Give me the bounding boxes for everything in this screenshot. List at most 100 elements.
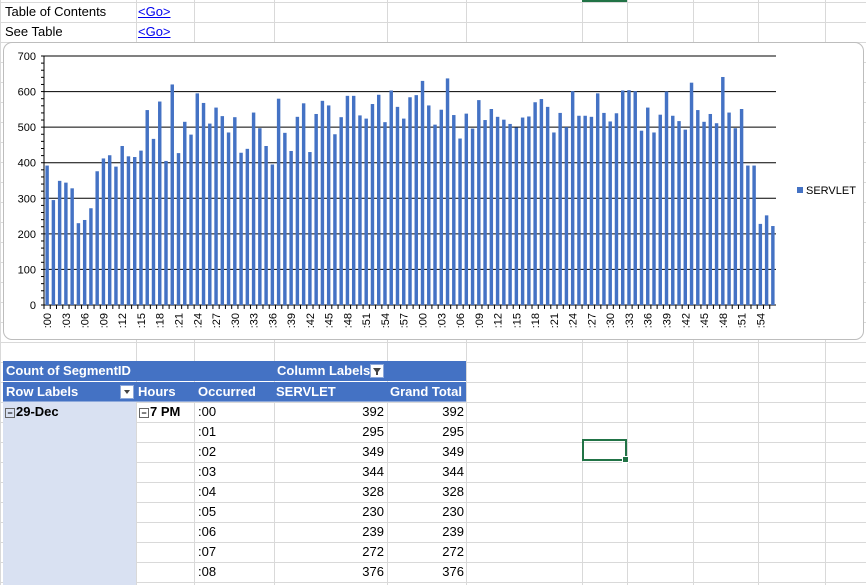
grand-total-cell[interactable]: 328 xyxy=(387,482,464,502)
chart-bar xyxy=(552,132,556,305)
x-tick-label: :03 xyxy=(436,313,448,328)
chart-bar xyxy=(752,165,756,305)
grand-total-cell[interactable]: 376 xyxy=(387,562,464,582)
occurred-cell[interactable]: :03 xyxy=(198,462,216,482)
x-tick-label: :30 xyxy=(605,313,617,328)
chart-bar xyxy=(671,115,675,305)
x-tick-label: :24 xyxy=(568,313,580,328)
chart-bar xyxy=(82,219,87,305)
chart-bar xyxy=(689,82,694,305)
grand-total-cell[interactable]: 349 xyxy=(387,442,464,462)
x-tick-label: :03 xyxy=(61,313,73,328)
chart-bar xyxy=(114,166,118,305)
occurred-cell[interactable]: :04 xyxy=(198,482,216,502)
x-tick-label: :42 xyxy=(305,313,317,328)
grand-total-cell[interactable]: 295 xyxy=(387,422,464,442)
occurred-cell[interactable]: :07 xyxy=(198,542,216,562)
chart-bar xyxy=(464,113,469,305)
chart-bar xyxy=(308,152,312,305)
chart-bar xyxy=(564,127,569,306)
x-tick-label: :09 xyxy=(98,313,110,328)
chart-bar xyxy=(158,101,162,305)
chart-bar xyxy=(370,104,375,305)
grand-total-cell[interactable]: 230 xyxy=(387,502,464,522)
chart-bar xyxy=(64,182,68,305)
chart-bar xyxy=(508,123,512,305)
collapse-icon[interactable]: − xyxy=(5,407,15,418)
active-column-indicator xyxy=(582,0,627,2)
chart-bar xyxy=(289,150,293,305)
chart-bar xyxy=(45,165,49,305)
servlet-count-cell[interactable]: 328 xyxy=(274,482,384,502)
occurred-cell[interactable]: :02 xyxy=(198,442,216,462)
chart-bar xyxy=(664,91,669,305)
date-row-label[interactable]: −29-Dec xyxy=(5,402,59,422)
x-tick-label: :21 xyxy=(549,313,561,328)
chart-bar xyxy=(233,117,237,305)
chart-bar xyxy=(89,208,93,305)
servlet-count-cell[interactable]: 295 xyxy=(274,422,384,442)
grand-total-cell[interactable]: 239 xyxy=(387,522,464,542)
y-tick-label: 500 xyxy=(18,122,36,134)
chart-bar xyxy=(439,109,444,305)
servlet-count-cell[interactable]: 344 xyxy=(274,462,384,482)
servlet-chart[interactable]: 0 100 200 300 400 500 600 700:00:03:06:09:12:15… xyxy=(3,42,864,340)
servlet-count-cell[interactable]: 239 xyxy=(274,522,384,542)
chart-bar xyxy=(445,78,450,305)
x-tick-label: :45 xyxy=(699,313,711,328)
chart-bar xyxy=(270,164,275,305)
x-tick-label: :45 xyxy=(324,313,336,328)
chart-bar xyxy=(427,105,431,305)
grand-total-cell[interactable]: 272 xyxy=(387,542,464,562)
x-tick-label: :51 xyxy=(737,313,749,328)
servlet-count-cell[interactable]: 230 xyxy=(274,502,384,522)
date-value: 29-Dec xyxy=(16,404,59,419)
chart-bar xyxy=(708,113,713,305)
grand-total-cell[interactable]: 344 xyxy=(387,462,464,482)
column-filter-button[interactable] xyxy=(370,364,384,378)
chart-bar xyxy=(533,102,537,305)
row-labels-dropdown-button[interactable] xyxy=(120,385,134,399)
chart-bar xyxy=(258,128,262,305)
servlet-count-cell[interactable]: 272 xyxy=(274,542,384,562)
grand-total-cell[interactable]: 392 xyxy=(387,402,464,422)
chart-bar xyxy=(764,215,769,305)
pivot-column-labels-bar[interactable]: Column Labels xyxy=(274,361,466,381)
chart-bar xyxy=(646,107,650,305)
x-tick-label: :15 xyxy=(511,313,523,328)
see-table-go-link[interactable]: <Go> xyxy=(138,22,171,42)
x-tick-label: :00 xyxy=(42,313,54,328)
chart-bar xyxy=(151,138,156,305)
chart-bar xyxy=(608,121,612,305)
chart-bar xyxy=(376,94,381,305)
chart-bar xyxy=(489,109,494,305)
chart-bar xyxy=(545,106,550,305)
chart-bar xyxy=(120,145,124,305)
chart-bar xyxy=(614,113,619,306)
chart-bar xyxy=(76,223,81,305)
chart-bar xyxy=(101,158,106,305)
chart-bar xyxy=(132,157,137,305)
chart-bar xyxy=(383,122,387,305)
see-table-label: See Table xyxy=(5,24,63,39)
servlet-count-cell[interactable]: 392 xyxy=(274,402,384,422)
x-tick-label: :18 xyxy=(155,313,167,328)
servlet-count-cell[interactable]: 376 xyxy=(274,562,384,582)
x-tick-label: :15 xyxy=(136,313,148,328)
chart-bar xyxy=(633,91,637,305)
chart-bar xyxy=(201,102,206,305)
toc-go-link[interactable]: <Go> xyxy=(138,2,171,22)
occurred-cell[interactable]: :05 xyxy=(198,502,216,522)
chart-bar xyxy=(95,171,99,305)
occurred-cell[interactable]: :01 xyxy=(198,422,216,442)
chart-bar xyxy=(51,200,56,305)
hours-header: Hours xyxy=(138,384,176,399)
occurred-cell[interactable]: :00 xyxy=(198,402,216,422)
servlet-count-cell[interactable]: 349 xyxy=(274,442,384,462)
occurred-cell[interactable]: :06 xyxy=(198,522,216,542)
selected-cell[interactable] xyxy=(582,439,629,463)
occurred-cell[interactable]: :08 xyxy=(198,562,216,582)
x-tick-label: :30 xyxy=(230,313,242,328)
hour-row-label[interactable]: −7 PM xyxy=(139,402,180,422)
collapse-icon[interactable]: − xyxy=(139,407,149,418)
